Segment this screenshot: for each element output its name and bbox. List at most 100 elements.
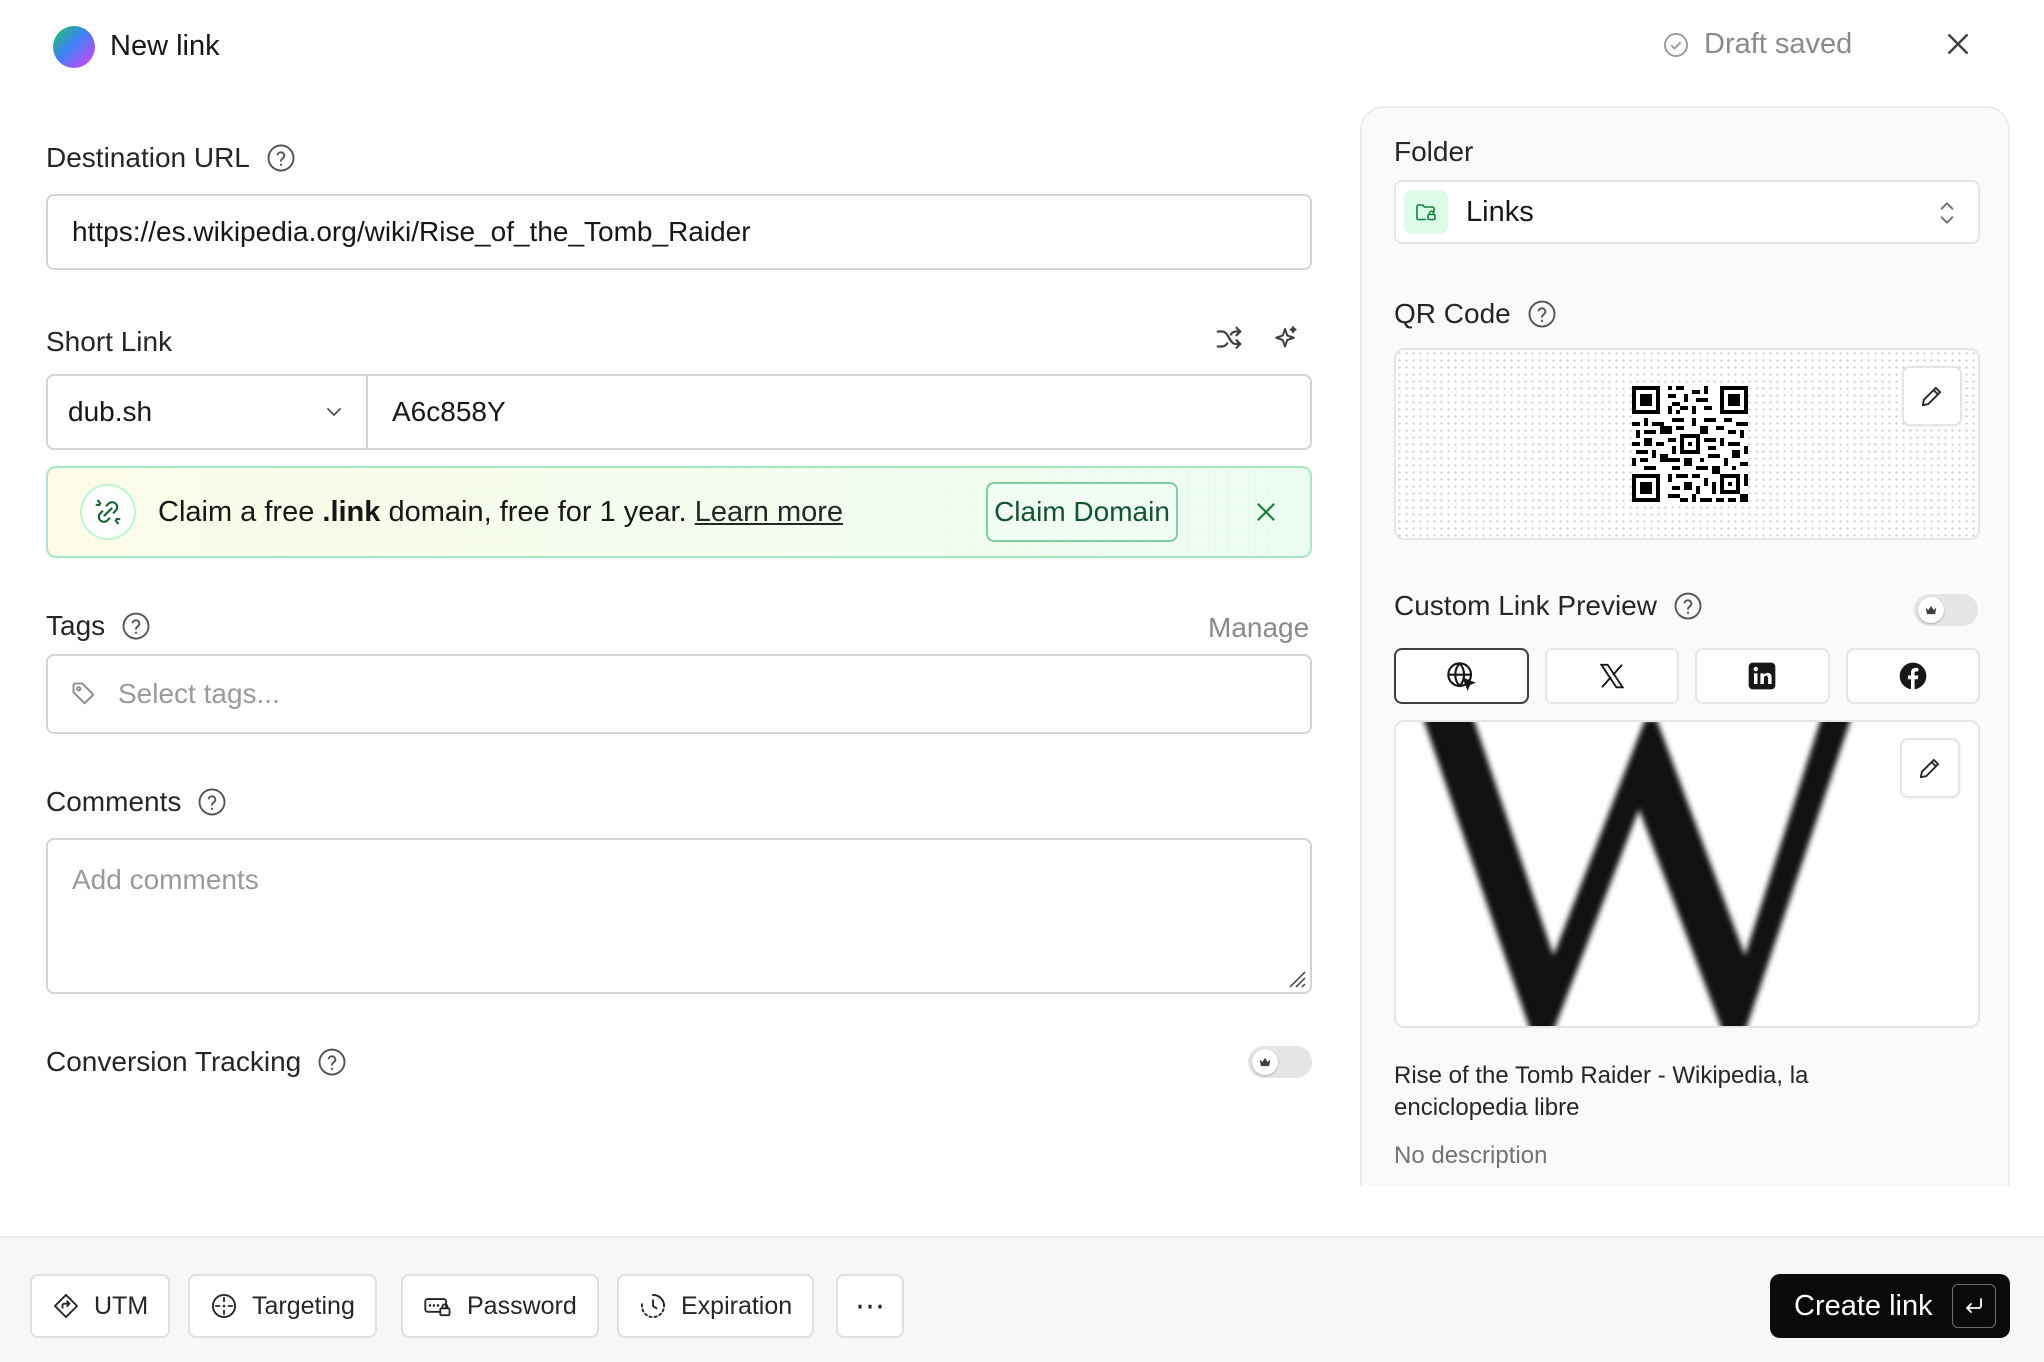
- short-link-row: dub.sh A6c858Y: [46, 374, 1312, 450]
- expiration-button[interactable]: Expiration: [617, 1274, 815, 1338]
- workspace-avatar: [53, 26, 95, 68]
- tab-linkedin[interactable]: [1695, 648, 1830, 704]
- help-icon[interactable]: [266, 143, 296, 173]
- conversion-tracking-toggle[interactable]: [1248, 1046, 1312, 1078]
- conversion-tracking-label-text: Conversion Tracking: [46, 1046, 302, 1077]
- tab-facebook[interactable]: [1845, 648, 1980, 704]
- help-icon[interactable]: [197, 787, 227, 817]
- enter-key-hint: [1952, 1284, 1996, 1328]
- toggle-knob: [1918, 597, 1944, 623]
- targeting-button[interactable]: Targeting: [188, 1274, 377, 1338]
- close-button[interactable]: [1940, 26, 1976, 62]
- conversion-tracking-label: Conversion Tracking: [46, 1046, 347, 1078]
- tag-icon: [72, 682, 95, 705]
- create-link-button[interactable]: Create link: [1770, 1274, 2010, 1338]
- comments-label-text: Comments: [46, 786, 182, 817]
- custom-preview-label: Custom Link Preview: [1394, 590, 1703, 622]
- qr-code-image: [1632, 386, 1748, 502]
- utm-icon: [53, 1293, 79, 1319]
- domain-select[interactable]: dub.sh: [48, 376, 368, 448]
- help-icon[interactable]: [121, 611, 151, 641]
- facebook-icon: [1899, 662, 1927, 690]
- toggle-knob: [1252, 1049, 1278, 1075]
- check-circle-icon: [1663, 32, 1689, 57]
- preview-image: W: [1394, 720, 1980, 1028]
- short-link-key-input[interactable]: A6c858Y: [368, 376, 1310, 448]
- utm-label: UTM: [94, 1291, 149, 1320]
- clock-icon: [641, 1293, 666, 1318]
- folder-select[interactable]: Links: [1394, 180, 1980, 244]
- tags-select[interactable]: Select tags...: [46, 654, 1312, 734]
- draft-status: Draft saved: [1662, 28, 1852, 61]
- pencil-icon: [1921, 386, 1942, 407]
- banner-text-start: Claim a free: [158, 495, 323, 528]
- close-icon: [1948, 34, 1968, 54]
- edit-preview-button[interactable]: [1900, 738, 1960, 798]
- qr-code-preview: [1394, 348, 1980, 540]
- resize-handle-icon[interactable]: [1284, 966, 1306, 988]
- comments-label: Comments: [46, 786, 227, 818]
- draft-status-text: Draft saved: [1704, 28, 1853, 60]
- tags-label: Tags: [46, 610, 151, 642]
- chevron-down-icon: [327, 408, 341, 417]
- tab-default[interactable]: [1394, 648, 1529, 704]
- custom-preview-label-text: Custom Link Preview: [1394, 590, 1657, 621]
- manage-tags-link[interactable]: Manage: [1208, 612, 1309, 644]
- custom-preview-toggle[interactable]: [1914, 594, 1978, 626]
- pencil-icon: [1919, 758, 1940, 779]
- help-icon[interactable]: [317, 1047, 347, 1077]
- targeting-label: Targeting: [252, 1291, 355, 1320]
- globe-icon: [1447, 662, 1477, 691]
- help-icon[interactable]: [1673, 591, 1703, 621]
- banner-text-bold: .link: [322, 495, 381, 528]
- dismiss-banner-button[interactable]: [1248, 494, 1284, 530]
- close-icon: [1257, 503, 1275, 521]
- expiration-label: Expiration: [681, 1291, 793, 1320]
- domain-value: dub.sh: [68, 396, 153, 427]
- destination-url-label: Destination URL: [46, 142, 296, 174]
- password-lock-icon: [424, 1298, 451, 1317]
- shuffle-icon[interactable]: [1214, 324, 1244, 354]
- right-panel: Folder Links QR Code Custom Link Preview…: [1360, 106, 2010, 1186]
- qr-code-label-text: QR Code: [1394, 298, 1511, 329]
- short-link-label: Short Link: [46, 326, 172, 358]
- learn-more-link[interactable]: Learn more: [695, 496, 843, 528]
- new-link-modal: New link Draft saved Destination URL htt…: [0, 0, 2044, 1362]
- x-icon: [1599, 663, 1625, 689]
- password-button[interactable]: Password: [401, 1274, 599, 1338]
- modal-footer: UTM Targeting Password Expiration ⋯ Crea…: [0, 1236, 2044, 1362]
- more-options-button[interactable]: ⋯: [836, 1274, 904, 1338]
- utm-button[interactable]: UTM: [30, 1274, 171, 1338]
- comments-textarea[interactable]: Add comments: [46, 838, 1312, 994]
- comments-placeholder: Add comments: [72, 864, 259, 895]
- crosshair-icon: [211, 1293, 237, 1319]
- enter-icon: [1966, 1298, 1982, 1313]
- sparkle-icon[interactable]: [1270, 324, 1300, 354]
- tags-placeholder: Select tags...: [118, 678, 280, 709]
- tab-x[interactable]: [1544, 648, 1679, 704]
- edit-qr-button[interactable]: [1902, 366, 1962, 426]
- claim-domain-banner: Claim a free .link domain, free for 1 ye…: [46, 466, 1312, 558]
- banner-message: Claim a free .link domain, free for 1 ye…: [158, 496, 843, 529]
- preview-title: Rise of the Tomb Raider - Wikipedia, la …: [1394, 1062, 1809, 1121]
- preview-platform-tabs: [1394, 648, 1980, 704]
- destination-url-label-text: Destination URL: [46, 142, 250, 173]
- folder-icon: [1404, 190, 1448, 234]
- short-link-actions: [1214, 324, 1300, 354]
- short-link-label-text: Short Link: [46, 326, 173, 357]
- folder-label: Folder: [1394, 136, 1474, 167]
- wikipedia-logo-image: W: [1394, 720, 1883, 1028]
- tags-label-text: Tags: [46, 610, 106, 641]
- create-link-label: Create link: [1794, 1289, 1933, 1322]
- qr-code-label: QR Code: [1394, 298, 1557, 330]
- destination-url-input[interactable]: https://es.wikipedia.org/wiki/Rise_of_th…: [46, 194, 1312, 270]
- claim-domain-button[interactable]: Claim Domain: [986, 482, 1178, 542]
- chevron-up-down-icon: [1940, 202, 1954, 224]
- folder-value: Links: [1466, 195, 1534, 228]
- linkedin-icon: [1748, 662, 1776, 690]
- help-icon[interactable]: [1527, 299, 1557, 329]
- crown-icon: [1925, 605, 1937, 615]
- crown-icon: [1259, 1057, 1271, 1067]
- banner-text-end: domain, free for 1 year.: [380, 495, 695, 528]
- password-label: Password: [467, 1291, 577, 1320]
